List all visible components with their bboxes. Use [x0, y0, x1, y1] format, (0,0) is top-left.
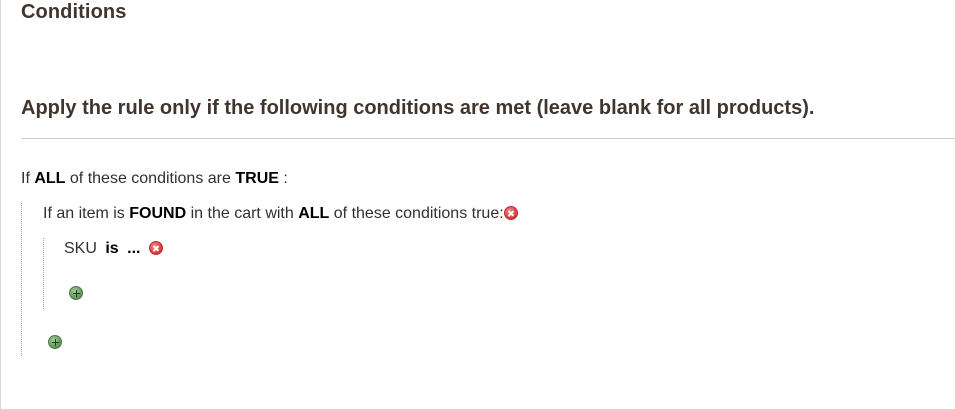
found-condition: If an item is FOUND in the cart with ALL… [43, 203, 518, 225]
add-icon[interactable] [48, 335, 62, 349]
remove-icon[interactable] [148, 241, 163, 255]
add-condition-row [43, 334, 518, 356]
sku-attribute-label: SKU [64, 240, 97, 257]
root-middle-text: of these conditions are [69, 170, 231, 187]
add-icon[interactable] [69, 286, 83, 300]
add-nested-condition-row [64, 285, 518, 307]
root-children: If an item is FOUND in the cart with ALL… [21, 203, 518, 356]
root-prefix: If [21, 170, 30, 187]
section-title: Conditions [21, 1, 127, 23]
found-prefix: If an item is [43, 205, 125, 222]
root-condition: If ALL of these conditions are TRUE : [21, 168, 518, 190]
root-suffix: : [283, 170, 288, 187]
conditions-legend: Apply the rule only if the following con… [21, 97, 815, 119]
root-value-select[interactable]: TRUE [235, 170, 279, 187]
sku-value-link[interactable]: ... [127, 240, 140, 257]
found-suffix: of these conditions true: [333, 205, 504, 222]
found-aggregator-select[interactable]: ALL [298, 205, 329, 222]
found-value-select[interactable]: FOUND [129, 205, 186, 222]
legend-divider [21, 138, 955, 139]
found-children: SKU is ... [43, 238, 518, 309]
sku-operator-select[interactable]: is [105, 240, 118, 257]
remove-icon[interactable] [503, 206, 518, 220]
found-middle-text: in the cart with [190, 205, 294, 222]
sku-condition: SKU is ... [64, 238, 518, 260]
conditions-panel: Conditions Apply the rule only if the fo… [0, 0, 955, 410]
rule-tree: If ALL of these conditions are TRUE : If… [21, 168, 518, 356]
root-aggregator-select[interactable]: ALL [34, 170, 65, 187]
